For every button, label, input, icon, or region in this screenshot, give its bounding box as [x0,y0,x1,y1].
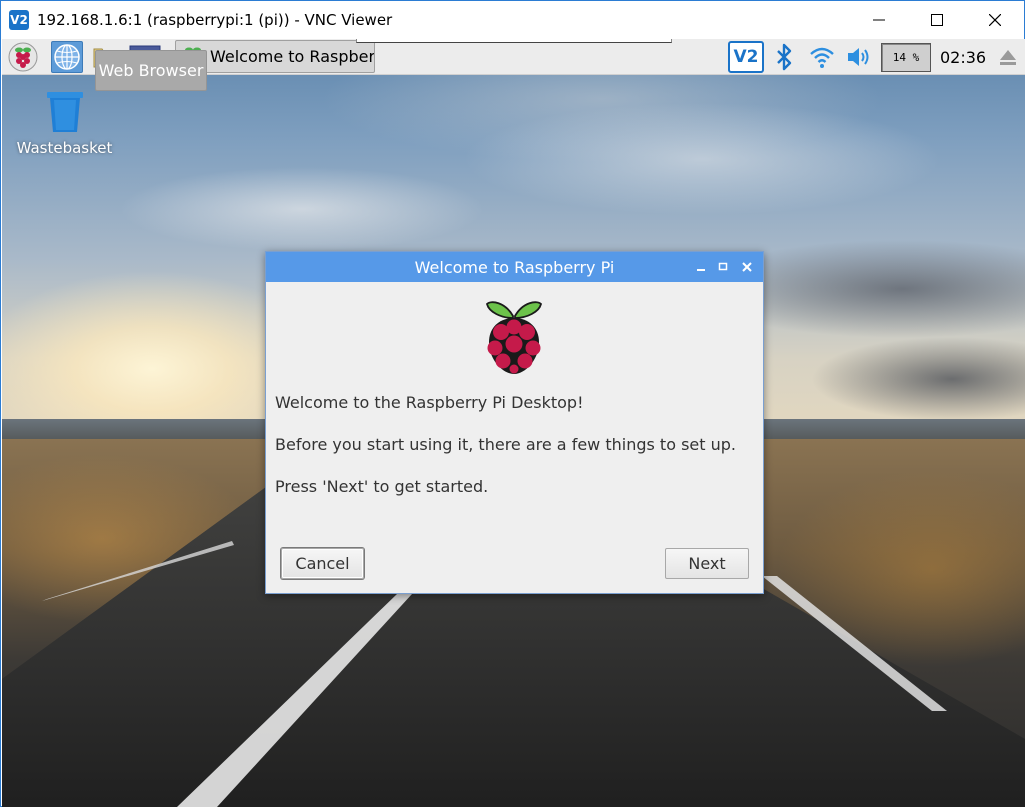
vnc-viewer-window: V2 192.168.1.6:1 (raspberrypi:1 (pi)) - … [0,0,1025,807]
setup-text: Before you start using it, there are a f… [275,435,736,454]
clock[interactable]: 02:36 [940,48,986,67]
remote-desktop[interactable]: Welcome to Raspberr... V2 14 % 02:36 [2,39,1025,807]
maximize-icon [718,262,728,271]
cancel-button[interactable]: Cancel [281,548,364,579]
next-button[interactable]: Next [665,548,749,579]
cpu-usage-monitor[interactable]: 14 % [881,43,931,72]
wifi-icon[interactable] [808,44,836,70]
menu-button[interactable] [7,41,39,73]
globe-icon [54,44,80,70]
raspberry-pi-logo [486,301,542,374]
dialog-title: Welcome to Raspberry Pi [414,257,615,277]
desktop-icon-wastebasket[interactable]: Wastebasket [12,89,117,157]
close-icon [742,262,752,272]
maximize-icon [931,14,943,26]
window-title: 192.168.1.6:1 (raspberrypi:1 (pi)) - VNC… [37,11,393,29]
dialog-minimize-button[interactable] [692,258,710,276]
minimize-button[interactable] [850,1,908,39]
minimize-icon [873,19,885,21]
vnc-server-tray-icon[interactable]: V2 [728,41,764,73]
window-titlebar[interactable]: V2 192.168.1.6:1 (raspberrypi:1 (pi)) - … [1,1,1024,39]
volume-icon[interactable] [845,45,873,69]
desktop-icon-label: Wastebasket [16,139,113,157]
instruction-text: Press 'Next' to get started. [275,477,489,496]
close-icon [989,14,1001,26]
web-browser-launcher[interactable] [51,41,83,73]
panel-strip [356,39,672,43]
dialog-close-button[interactable] [738,258,756,276]
taskbar-item-label: Welcome to Raspberr... [210,47,374,66]
raspberry-menu-icon [8,42,38,72]
tooltip: Web Browser [95,50,207,91]
welcome-dialog: Welcome to Raspberry Pi Welcome to the R… [265,251,764,594]
close-button[interactable] [966,1,1024,39]
maximize-button[interactable] [908,1,966,39]
eject-icon[interactable] [998,47,1018,67]
bluetooth-icon[interactable] [773,43,795,71]
vnc-app-icon: V2 [9,10,29,30]
trash-icon [46,92,83,132]
minimize-icon [697,269,705,271]
dialog-maximize-button[interactable] [714,258,732,276]
dialog-titlebar[interactable]: Welcome to Raspberry Pi [266,252,763,282]
welcome-text: Welcome to the Raspberry Pi Desktop! [275,393,584,412]
